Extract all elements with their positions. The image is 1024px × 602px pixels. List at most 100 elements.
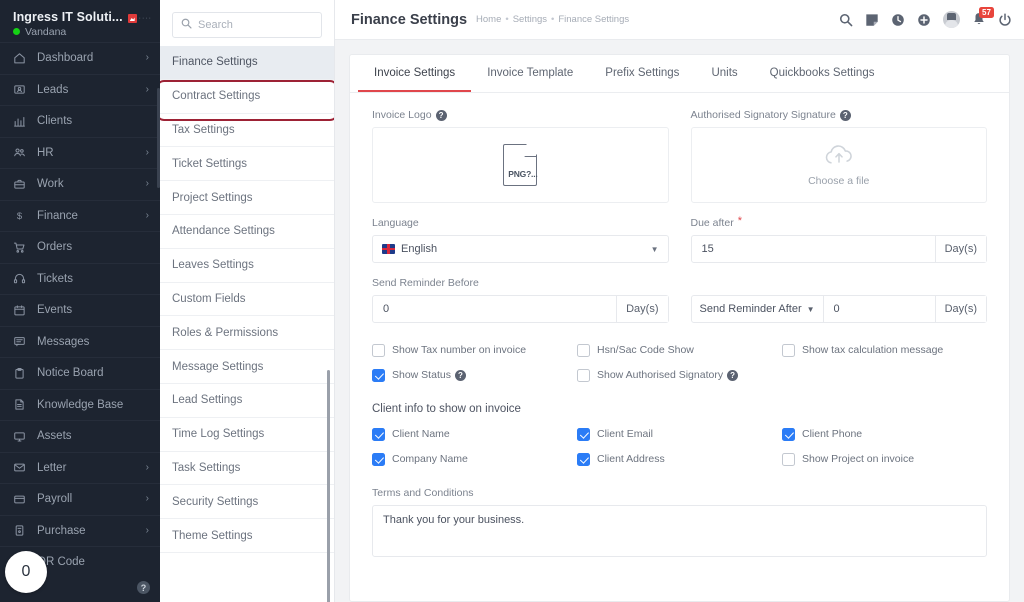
notification-badge: 57 bbox=[979, 7, 994, 18]
settings-item-custom-fields[interactable]: Custom Fields bbox=[160, 283, 334, 317]
checkbox-client-phone[interactable] bbox=[782, 427, 795, 441]
sidebar-item-leads[interactable]: Leads › bbox=[0, 73, 160, 106]
sidebar-brand[interactable]: Ingress IT Soluti... Vandana ···· bbox=[0, 0, 160, 42]
bell-icon[interactable]: 57 bbox=[972, 7, 994, 27]
reminder-after-dropdown[interactable]: Send Reminder After ▼ bbox=[692, 296, 824, 322]
settings-item-time-log-settings[interactable]: Time Log Settings bbox=[160, 418, 334, 452]
language-due-row: Language English ▼ Due after * 15 Day(s) bbox=[372, 216, 987, 263]
plus-circle-icon[interactable] bbox=[917, 13, 931, 27]
settings-item-finance-settings[interactable]: Finance Settings bbox=[160, 46, 334, 80]
sidebar-item-hr[interactable]: HR › bbox=[0, 136, 160, 169]
reminder-after-input[interactable] bbox=[823, 296, 935, 322]
due-after-field[interactable]: Day(s) bbox=[690, 235, 987, 263]
sidebar-item-work[interactable]: Work › bbox=[0, 168, 160, 200]
tab-units[interactable]: Units bbox=[695, 55, 753, 92]
sidebar-nav: Dashboard › Leads › Clients HR › Work › $ Finance ›… bbox=[0, 42, 160, 602]
checkbox-label: Company Name bbox=[392, 453, 468, 465]
breadcrumb-item-finance-settings[interactable]: Finance Settings bbox=[558, 14, 629, 25]
sidebar-item-notice-board[interactable]: Notice Board bbox=[0, 357, 160, 389]
settings-scrollbar-thumb[interactable] bbox=[327, 370, 330, 602]
settings-item-attendance-settings[interactable]: Attendance Settings bbox=[160, 215, 334, 249]
help-icon[interactable]: ? bbox=[454, 369, 466, 381]
sidebar-item-messages[interactable]: Messages bbox=[0, 325, 160, 358]
due-after-input[interactable] bbox=[691, 236, 935, 262]
tab-quickbooks-settings[interactable]: Quickbooks Settings bbox=[754, 55, 891, 92]
settings-item-lead-settings[interactable]: Lead Settings bbox=[160, 384, 334, 418]
settings-item-project-settings[interactable]: Project Settings bbox=[160, 181, 334, 215]
settings-item-label: Custom Fields bbox=[172, 292, 246, 305]
settings-item-ticket-settings[interactable]: Ticket Settings bbox=[160, 147, 334, 182]
language-select[interactable]: English ▼ bbox=[372, 235, 669, 263]
help-icon[interactable]: ? bbox=[137, 581, 150, 594]
help-icon[interactable]: ? bbox=[839, 109, 851, 121]
checkbox-show-status[interactable] bbox=[372, 368, 385, 382]
settings-item-message-settings[interactable]: Message Settings bbox=[160, 350, 334, 384]
reminder-before-field[interactable]: Day(s) bbox=[372, 295, 669, 323]
checkbox-text: Company Name bbox=[392, 453, 468, 465]
sidebar-item-dashboard[interactable]: Dashboard › bbox=[0, 42, 160, 74]
clock-icon[interactable] bbox=[891, 13, 905, 27]
settings-item-leaves-settings[interactable]: Leaves Settings bbox=[160, 249, 334, 283]
sidebar-item-label: Notice Board bbox=[37, 367, 104, 380]
sidebar-item-clients[interactable]: Clients bbox=[0, 105, 160, 137]
avatar[interactable] bbox=[943, 11, 960, 28]
checkbox-client-email[interactable] bbox=[577, 427, 590, 441]
settings-item-security-settings[interactable]: Security Settings bbox=[160, 485, 334, 520]
sidebar-item-tickets[interactable]: Tickets bbox=[0, 262, 160, 295]
checkbox-show-project-on-invoice[interactable] bbox=[782, 452, 795, 466]
settings-item-tax-settings[interactable]: Tax Settings bbox=[160, 114, 334, 148]
sidebar-item-label: Purchase bbox=[37, 524, 86, 537]
sidebar-item-letter[interactable]: Letter › bbox=[0, 451, 160, 484]
invoice-logo-dropzone[interactable]: PNG?... bbox=[372, 127, 669, 203]
search-icon[interactable] bbox=[839, 13, 853, 27]
chat-counter-badge[interactable]: 0 bbox=[5, 551, 47, 593]
checkbox-company-name[interactable] bbox=[372, 452, 385, 466]
checkbox-show-tax-number-on-invoice[interactable] bbox=[372, 343, 385, 357]
checkbox-client-address[interactable] bbox=[577, 452, 590, 466]
checkbox-client-name[interactable] bbox=[372, 427, 385, 441]
breadcrumb-item-settings[interactable]: Settings bbox=[513, 14, 547, 25]
settings-item-task-settings[interactable]: Task Settings bbox=[160, 452, 334, 486]
settings-item-roles-permissions[interactable]: Roles & Permissions bbox=[160, 316, 334, 351]
sidebar-item-knowledge-base[interactable]: Knowledge Base bbox=[0, 388, 160, 421]
reminder-before-input[interactable] bbox=[373, 296, 617, 322]
checkbox-row: Hsn/Sac Code Show bbox=[577, 339, 782, 361]
tab-invoice-settings[interactable]: Invoice Settings bbox=[358, 55, 472, 92]
signature-dropzone[interactable]: Choose a file bbox=[690, 127, 987, 203]
terms-block: Terms and Conditions bbox=[372, 487, 987, 562]
settings-item-contract-settings[interactable]: Contract Settings bbox=[160, 80, 334, 114]
sidebar-item-purchase[interactable]: Purchase › bbox=[0, 514, 160, 547]
sidebar-item-payroll[interactable]: Payroll › bbox=[0, 483, 160, 515]
invoice-options-col-3: Show tax calculation message bbox=[782, 339, 987, 389]
reminder-after-field[interactable]: Send Reminder After ▼ Day(s) bbox=[690, 295, 987, 323]
search-icon bbox=[181, 16, 192, 34]
checkbox-show-tax-calculation-message[interactable] bbox=[782, 343, 795, 357]
invoice-logo-label-row: Invoice Logo ? bbox=[372, 109, 669, 121]
checkbox-show-authorised-signatory[interactable] bbox=[577, 368, 590, 382]
terms-textarea[interactable] bbox=[372, 505, 987, 557]
power-icon[interactable] bbox=[998, 12, 1012, 27]
chevron-down-icon: ▼ bbox=[650, 244, 659, 254]
settings-item-theme-settings[interactable]: Theme Settings bbox=[160, 519, 334, 553]
sidebar-item-label: Work bbox=[37, 178, 64, 191]
settings-search-box[interactable] bbox=[172, 12, 322, 38]
sidebar-item-events[interactable]: Events bbox=[0, 294, 160, 326]
settings-item-label: Tax Settings bbox=[172, 123, 235, 136]
checkbox-row: Show Tax number on invoice bbox=[372, 339, 577, 361]
checkbox-hsn-sac-code-show[interactable] bbox=[577, 343, 590, 357]
tab-invoice-template[interactable]: Invoice Template bbox=[471, 55, 589, 92]
checkbox-label: Show tax calculation message bbox=[802, 344, 943, 356]
sidebar-item-assets[interactable]: Assets bbox=[0, 420, 160, 452]
note-icon[interactable] bbox=[865, 13, 879, 27]
settings-scrollbar-track[interactable] bbox=[327, 185, 332, 602]
client-info-col-3: Client Phone Show Project on invoice bbox=[782, 423, 987, 473]
main-sidebar: Ingress IT Soluti... Vandana ···· Dashbo… bbox=[0, 0, 160, 602]
invoice-logo-label: Invoice Logo bbox=[372, 109, 432, 121]
help-icon[interactable]: ? bbox=[435, 109, 447, 121]
sidebar-item-finance[interactable]: $ Finance › bbox=[0, 199, 160, 232]
help-icon[interactable]: ? bbox=[727, 369, 739, 381]
breadcrumb-item-home[interactable]: Home bbox=[476, 14, 501, 25]
tab-prefix-settings[interactable]: Prefix Settings bbox=[589, 55, 695, 92]
settings-search-input[interactable] bbox=[198, 19, 313, 31]
sidebar-item-orders[interactable]: Orders bbox=[0, 231, 160, 263]
